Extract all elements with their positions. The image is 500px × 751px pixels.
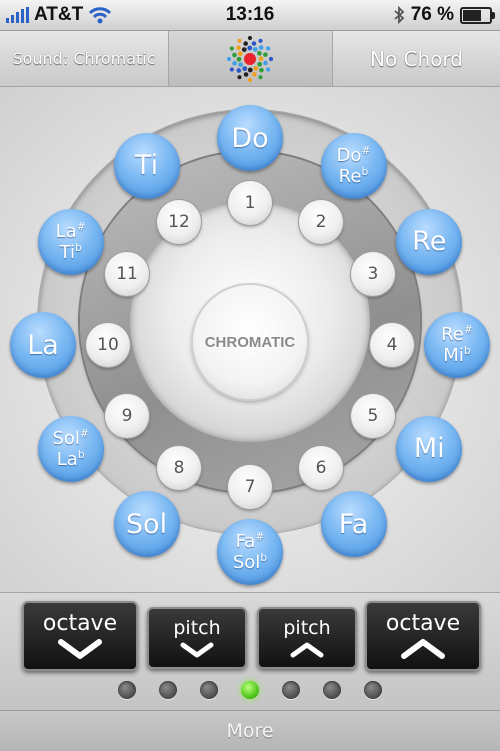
octave-down-label: octave [42, 611, 118, 636]
sound-selector-button[interactable]: Sound: Chromatic [0, 31, 169, 86]
more-button[interactable]: More [0, 710, 500, 751]
note-label: La [27, 329, 59, 361]
note-button-re[interactable]: Re [396, 208, 463, 275]
page-dot[interactable] [282, 681, 300, 699]
bluetooth-icon [394, 6, 405, 24]
page-dot[interactable] [323, 681, 341, 699]
number-button-7[interactable]: 7 [228, 465, 272, 509]
note-button-lasharp-tib[interactable]: La# Tib [37, 208, 104, 275]
note-wheel-area: CHROMATIC 1 2 3 4 5 6 7 8 9 10 11 12 Do Do# Reb Re Re# M… [0, 87, 500, 592]
top-bar: Sound: Chromatic No Chord [0, 31, 500, 87]
note-button-sol[interactable]: Sol [113, 491, 180, 558]
note-label: La# [55, 219, 86, 242]
note-label: Re# [441, 323, 473, 346]
center-chromatic-button[interactable]: CHROMATIC [193, 285, 307, 399]
number-button-12[interactable]: 12 [157, 200, 201, 245]
number-button-3[interactable]: 3 [350, 252, 395, 296]
note-button-ti[interactable]: Ti [113, 132, 180, 199]
number-button-4[interactable]: 4 [370, 323, 414, 367]
note-label: Sol# [52, 426, 89, 449]
control-bar: octave pitch pitch octave [0, 592, 500, 711]
page-dot[interactable] [241, 681, 259, 699]
note-button-la[interactable]: La [10, 312, 76, 378]
note-label: Ti [134, 150, 159, 182]
number-button-2[interactable]: 2 [299, 200, 343, 245]
logo-button[interactable] [169, 31, 333, 86]
chevron-up-icon [401, 639, 445, 659]
page-dot[interactable] [159, 681, 177, 699]
app-logo-icon [226, 35, 274, 83]
note-button-solsharp-lab[interactable]: Sol# Lab [37, 415, 104, 482]
note-label: Solb [232, 551, 268, 573]
page-dot[interactable] [118, 681, 136, 699]
note-label: Lab [56, 447, 85, 470]
pitch-up-label: pitch [283, 617, 331, 639]
chevron-up-icon [290, 642, 324, 658]
chord-selector-button[interactable]: No Chord [333, 31, 500, 86]
note-label: Fa# [235, 530, 265, 553]
number-button-1[interactable]: 1 [228, 181, 272, 225]
octave-up-button[interactable]: octave [365, 601, 481, 671]
battery-icon [460, 6, 495, 24]
pitch-down-button[interactable]: pitch [147, 607, 247, 669]
pitch-down-label: pitch [173, 617, 221, 639]
note-label: Fa [338, 508, 369, 540]
note-button-fasharp-solb[interactable]: Fa# Solb [217, 519, 283, 585]
note-button-dosharp-reb[interactable]: Do# Reb [320, 132, 387, 199]
note-button-mi[interactable]: Mi [396, 415, 463, 482]
note-button-resharp-mib[interactable]: Re# Mib [424, 312, 490, 378]
page-indicator [0, 681, 500, 699]
octave-up-label: octave [385, 611, 461, 636]
page-dot[interactable] [364, 681, 382, 699]
number-button-9[interactable]: 9 [105, 394, 150, 438]
number-button-10[interactable]: 10 [86, 323, 130, 367]
status-bar: AT&T 13:16 76 % [0, 0, 500, 31]
status-right: 76 % [393, 4, 495, 26]
note-button-fa[interactable]: Fa [320, 491, 387, 558]
octave-down-button[interactable]: octave [22, 601, 138, 671]
note-label: Mib [443, 344, 471, 366]
number-button-11[interactable]: 11 [105, 252, 150, 296]
note-label: Do# [336, 143, 371, 166]
pitch-up-button[interactable]: pitch [257, 607, 357, 669]
note-label: Sol [125, 508, 168, 540]
chevron-down-icon [58, 639, 102, 659]
note-label: Mi [413, 433, 445, 464]
note-label: Re [412, 226, 447, 257]
note-label: Do [231, 122, 269, 154]
number-button-6[interactable]: 6 [299, 445, 343, 490]
page-dot[interactable] [200, 681, 218, 699]
note-label: Tib [59, 240, 82, 263]
note-button-do[interactable]: Do [217, 105, 283, 171]
note-label: Reb [338, 164, 369, 187]
battery-percent: 76 % [410, 4, 454, 25]
chevron-down-icon [180, 642, 214, 658]
number-button-5[interactable]: 5 [350, 394, 395, 438]
number-button-8[interactable]: 8 [157, 445, 201, 490]
